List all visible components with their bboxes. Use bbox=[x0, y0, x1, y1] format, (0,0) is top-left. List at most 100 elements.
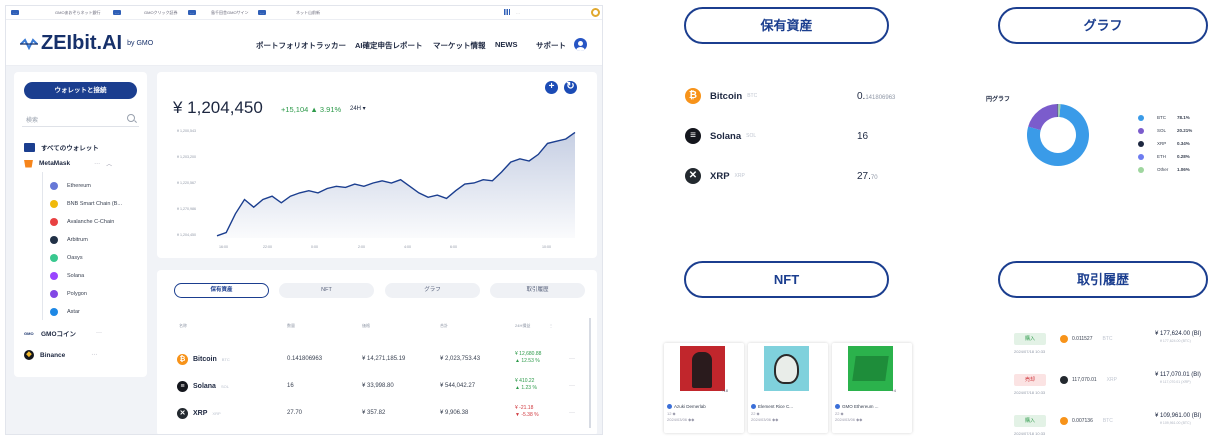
service-link[interactable]: 島千田舎GMOサイン bbox=[211, 10, 249, 16]
tab-history[interactable]: 取引履歴 bbox=[998, 261, 1208, 298]
history-date: 2024/07/18 10:33 bbox=[1014, 431, 1046, 436]
nav-link-1[interactable]: AI確定申告レポート bbox=[355, 40, 423, 51]
total: ¥ 9,906.38 bbox=[440, 410, 469, 416]
asset-name: ₿ Bitcoin BTC bbox=[177, 354, 230, 365]
chain-label: Polygon bbox=[67, 291, 87, 297]
total: ¥ 2,023,753.43 bbox=[440, 356, 481, 362]
row-more-icon[interactable]: ··· bbox=[569, 356, 575, 362]
nav-link-2[interactable]: マーケット情報 bbox=[433, 40, 486, 51]
holding-row[interactable]: ✕ XRP XRP bbox=[685, 168, 745, 184]
user-icon[interactable] bbox=[574, 38, 587, 51]
legend-swatch bbox=[1138, 141, 1144, 147]
history-date: 2024/07/18 10:33 bbox=[1014, 390, 1046, 395]
nav-link-4[interactable]: サポート bbox=[536, 40, 566, 51]
nft-card[interactable]: +18 Azuki Demerlab 12 ◆ 2024/03/06 ◆◆ bbox=[664, 343, 744, 433]
refresh-icon[interactable]: ↻ bbox=[564, 81, 577, 94]
service-bar-right: … bbox=[516, 10, 520, 15]
holding-amount: 16 bbox=[857, 131, 868, 142]
tab-graph[interactable]: グラフ bbox=[998, 7, 1208, 44]
apps-grid-icon[interactable] bbox=[504, 9, 510, 15]
table-row[interactable]: ₿ Bitcoin BTC 0.141806963 ¥ 14,271,185.19 ¥ 2… bbox=[157, 348, 597, 372]
more-icon[interactable]: ··· bbox=[94, 161, 100, 167]
pie-slice-sol[interactable] bbox=[1028, 104, 1058, 131]
nft-card[interactable]: Element Rice C... 22 ◆ 2024/03/06 ◆◆ bbox=[748, 343, 828, 433]
holding-row[interactable]: ≡ Solana SOL bbox=[685, 128, 756, 144]
service-link[interactable]: … bbox=[188, 10, 196, 15]
search-input[interactable]: 検索 bbox=[22, 111, 139, 127]
tab-holdings[interactable]: 保有資産 bbox=[684, 7, 889, 44]
asset-name: ≡ Solana SOL bbox=[177, 381, 229, 392]
history-row[interactable]: 購入 0.011527 BTC 2024/07/18 10:33 ¥ 177,624.0… bbox=[1010, 331, 1210, 363]
sidebar-item-metamask[interactable]: MetaMask ··· ︿ bbox=[24, 159, 112, 168]
history-row[interactable]: 購入 0.007136 BTC 2024/07/18 10:33 ¥ 109,961.0… bbox=[1010, 413, 1210, 445]
more-icon[interactable]: ··· bbox=[91, 352, 97, 358]
legend-item: XRP 0.34% bbox=[1138, 141, 1190, 147]
legend-name: XRP bbox=[1157, 141, 1167, 146]
sidebar-item-binance[interactable]: ◆ Binance ··· bbox=[24, 350, 97, 360]
legend-item: BTC 78.1% bbox=[1138, 115, 1190, 121]
connect-wallet-button[interactable]: ウォレットと接続 bbox=[24, 82, 137, 99]
sidebar-item-all-wallets[interactable]: すべてのウォレット bbox=[24, 142, 99, 152]
more-icon[interactable]: ··· bbox=[96, 330, 102, 336]
legend-name: Other bbox=[1157, 167, 1169, 172]
sidebar-item-chain[interactable]: BNB Smart Chain (B... bbox=[50, 200, 122, 208]
history-row[interactable]: 売却 117,070.01 XRP 2024/07/18 10:33 ¥ 117,070… bbox=[1010, 372, 1210, 404]
service-link[interactable]: GMOあおぞらネット銀行 bbox=[55, 10, 101, 16]
nav-link-0[interactable]: ポートフォリオトラッカー bbox=[256, 40, 346, 51]
sidebar-item-chain[interactable]: Solana bbox=[50, 272, 84, 280]
holding-row[interactable]: ₿ Bitcoin BTC bbox=[685, 88, 757, 104]
tab-nft[interactable]: NFT bbox=[684, 261, 889, 298]
tab-3[interactable]: 取引履歴 bbox=[490, 283, 585, 298]
history-date: 2024/07/18 10:33 bbox=[1014, 349, 1046, 354]
history-symbol: XRP bbox=[1106, 377, 1117, 383]
add-icon[interactable]: + bbox=[545, 81, 558, 94]
legend-percent: 20.21% bbox=[1177, 128, 1193, 133]
history-value-sub: ¥ 109,961.00 (BTC) bbox=[1160, 421, 1191, 425]
scrollbar[interactable] bbox=[589, 318, 591, 428]
legend-name: ETH bbox=[1157, 154, 1166, 159]
tab-2[interactable]: グラフ bbox=[385, 283, 480, 298]
legend-percent: 0.34% bbox=[1177, 141, 1190, 146]
nav-link-3[interactable]: NEWS bbox=[495, 40, 518, 49]
chain-icon bbox=[50, 254, 58, 262]
row-more-icon[interactable]: ··· bbox=[569, 383, 575, 389]
sidebar-item-chain[interactable]: Polygon bbox=[50, 290, 87, 298]
period-select[interactable]: 24H ▾ bbox=[350, 105, 366, 112]
service-link[interactable]: … bbox=[258, 10, 266, 15]
service-link[interactable]: … bbox=[113, 10, 121, 15]
sidebar-item-chain[interactable]: Arbitrum bbox=[50, 236, 88, 244]
sidebar-item-gmo-coin[interactable]: GMO GMOコイン ··· bbox=[24, 328, 102, 338]
chain-label: Astar bbox=[67, 309, 80, 315]
nft-meta: 22 ◆ bbox=[751, 411, 760, 416]
service-link[interactable]: ネット山前新 bbox=[296, 10, 320, 16]
service-link[interactable]: … bbox=[11, 10, 19, 15]
history-value: ¥ 177,624.00 (BI) bbox=[1155, 331, 1202, 337]
tab-0[interactable]: 保有資産 bbox=[174, 283, 269, 298]
sidebar-item-chain[interactable]: Oasys bbox=[50, 254, 83, 262]
xrp-icon: ✕ bbox=[177, 408, 188, 419]
column-header: ⋮ bbox=[549, 323, 553, 328]
table-row[interactable]: ≡ Solana SOL 16 ¥ 33,998.80 ¥ 544,042.27 ¥ 410… bbox=[157, 375, 597, 399]
history-coin: 0.007136 BTC bbox=[1060, 417, 1113, 425]
table-row[interactable]: ✕ XRP XRP 27.70 ¥ 357.82 ¥ 9,906.38 ¥ -21.18 ▼ … bbox=[157, 402, 597, 426]
wallet-icon bbox=[24, 142, 35, 152]
tab-1[interactable]: NFT bbox=[279, 283, 374, 298]
y-tick-label: ¥ 1,204,450 bbox=[177, 233, 196, 237]
chevron-up-icon[interactable]: ︿ bbox=[106, 159, 112, 168]
row-more-icon[interactable]: ··· bbox=[569, 410, 575, 416]
balance-card: + ↻ ¥ 1,204,450 +15,104 ▲ 3.91% 24H ▾ ¥ … bbox=[157, 72, 597, 258]
change-percent: ▲ 12.53 % bbox=[515, 358, 540, 364]
asset-symbol: BTC bbox=[221, 357, 230, 362]
history-type-badge: 購入 bbox=[1014, 415, 1046, 427]
service-link[interactable]: GMOクリック証券 bbox=[144, 10, 178, 16]
chain-icon bbox=[50, 218, 58, 226]
sidebar-item-chain[interactable]: Astar bbox=[50, 308, 80, 316]
chain-icon bbox=[50, 182, 58, 190]
logo[interactable]: ZEIbit.AI by GMO bbox=[20, 32, 153, 55]
history-amount: 117,070.01 bbox=[1072, 377, 1097, 383]
sidebar-item-chain[interactable]: Ethereum bbox=[50, 182, 91, 190]
nft-card[interactable]: +4 GMO Ethereum ... 22 ◆ 2024/03/06 ◆◆ bbox=[832, 343, 912, 433]
sidebar-item-chain[interactable]: Avalanche C-Chain bbox=[50, 218, 114, 226]
change-percent: ▲ 1.23 % bbox=[515, 385, 537, 391]
x-tick-label: 22:00 bbox=[263, 245, 272, 249]
